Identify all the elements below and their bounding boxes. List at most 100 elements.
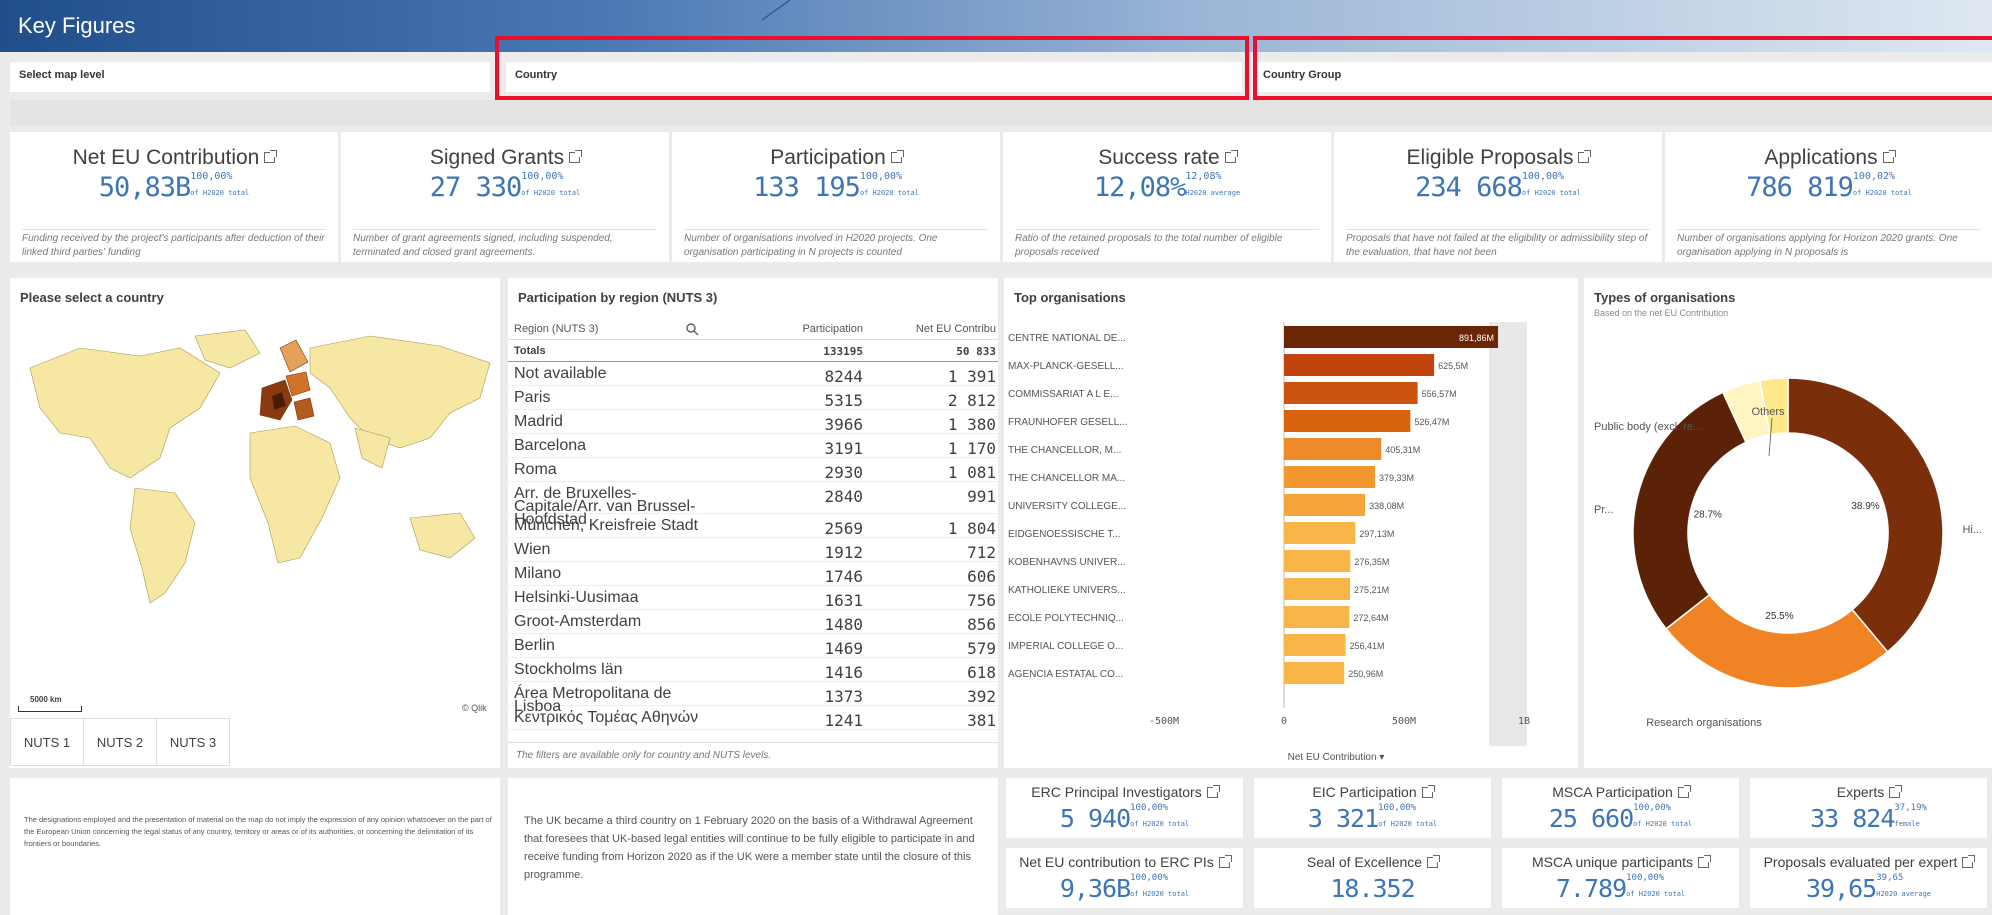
bottom-kpi-title: ERC Principal Investigators: [1006, 784, 1243, 800]
bar: [1284, 382, 1418, 404]
bottom-kpi-tile[interactable]: MSCA unique participants 7.789100,00% of …: [1502, 848, 1739, 908]
table-row[interactable]: Berlin 1469 579: [508, 634, 998, 658]
kpi-value: 50,83B100,00% of H2020 total: [98, 171, 250, 204]
kpi-pct: 100,00%: [859, 171, 903, 182]
region-name: Not available: [514, 365, 607, 382]
external-link-icon[interactable]: [1677, 784, 1691, 798]
col-participation-header[interactable]: Participation: [802, 323, 863, 335]
external-link-icon[interactable]: [569, 149, 583, 163]
external-link-icon[interactable]: [1889, 784, 1903, 798]
table-row[interactable]: Madrid 3966 1 380: [508, 410, 998, 434]
category-label: COMMISSARIAT A L E...: [1008, 389, 1118, 400]
bar: [1284, 354, 1435, 376]
external-link-icon[interactable]: [1427, 854, 1441, 868]
nuts3-button[interactable]: NUTS 3: [157, 719, 229, 765]
region-participation: 5315: [824, 391, 863, 410]
world-map[interactable]: [10, 318, 500, 618]
kpi-pct: 100,02%: [1852, 171, 1896, 182]
bottom-kpi-tile[interactable]: EIC Participation 3 321100,00% of H2020 t…: [1254, 778, 1491, 838]
kpi-card[interactable]: Signed Grants 27 330100,00% of H2020 tota…: [341, 132, 669, 262]
bottom-kpi-tile[interactable]: Proposals evaluated per expert 39,6539,6…: [1750, 848, 1987, 908]
bar-value-label: 891,86M: [1459, 333, 1494, 343]
external-link-icon[interactable]: [1698, 854, 1712, 868]
region-net: 712: [967, 543, 996, 562]
table-row[interactable]: Milano 1746 606: [508, 562, 998, 586]
search-icon[interactable]: [686, 323, 699, 336]
kpi-title: Applications: [1665, 146, 1992, 170]
col-region-header[interactable]: Region (NUTS 3): [514, 323, 598, 335]
external-link-icon[interactable]: [1206, 784, 1220, 798]
bottom-kpi-tile[interactable]: Net EU contribution to ERC PIs 9,36B100,…: [1006, 848, 1243, 908]
map-panel: Please select a country 5000 km © Qlik N…: [10, 278, 500, 768]
external-link-icon[interactable]: [1882, 149, 1896, 163]
table-row[interactable]: Wien 1912 712: [508, 538, 998, 562]
external-link-icon[interactable]: [1578, 149, 1592, 163]
external-link-icon[interactable]: [1224, 149, 1238, 163]
nuts2-button[interactable]: NUTS 2: [84, 719, 157, 765]
region-name: Stockholms län: [514, 661, 623, 678]
col-net-header[interactable]: Net EU Contribu: [916, 323, 996, 335]
table-row[interactable]: Helsinki-Uusimaa 1631 756: [508, 586, 998, 610]
bar: [1284, 466, 1376, 488]
top-organisations-chart[interactable]: CENTRE NATIONAL DE... 891,86M MAX-PLANCK-G…: [1004, 308, 1578, 768]
bottom-kpi-title: MSCA unique participants: [1502, 854, 1739, 870]
bottom-kpi-title: Proposals evaluated per expert: [1750, 854, 1987, 870]
region-participation: 2840: [824, 487, 863, 506]
table-row[interactable]: Not available 8244 1 391: [508, 362, 998, 386]
table-row[interactable]: Área Metropolitana de Lisboa 1373 392: [508, 682, 998, 715]
kpi-title: Eligible Proposals: [1334, 146, 1662, 170]
region-net: 381: [967, 711, 996, 730]
external-link-icon[interactable]: [1218, 854, 1232, 868]
highlight-box-country-group: [1253, 36, 1992, 100]
region-name: Wien: [514, 541, 551, 558]
table-row[interactable]: Roma 2930 1 081: [508, 458, 998, 482]
region-participation: 8244: [824, 367, 863, 386]
table-body[interactable]: Not available 8244 1 391 Paris 5315 2 812…: [508, 362, 998, 742]
bottom-kpi-tile[interactable]: ERC Principal Investigators 5 940100,00%…: [1006, 778, 1243, 838]
kpi-card[interactable]: Success rate 12,08%12,08% H2020 average R…: [1003, 132, 1331, 262]
bar-value-label: 275,21M: [1354, 585, 1389, 595]
kpi-card[interactable]: Eligible Proposals 234 668100,00% of H202…: [1334, 132, 1662, 262]
table-row[interactable]: Κεντρικός Τομέας Αθηνών 1241 381: [508, 706, 998, 730]
region-net: 1 804: [947, 519, 996, 538]
kpi-sub: of H2020 total: [859, 189, 919, 197]
bottom-kpi-tile[interactable]: MSCA Participation 25 660100,00% of H2020…: [1502, 778, 1739, 838]
kpi-card[interactable]: Applications 786 819100,02% of H2020 tota…: [1665, 132, 1992, 262]
map-scale-label: 5000 km: [30, 695, 62, 704]
nuts1-button[interactable]: NUTS 1: [11, 719, 84, 765]
external-link-icon[interactable]: [1962, 854, 1976, 868]
table-row[interactable]: Barcelona 3191 1 170: [508, 434, 998, 458]
table-row[interactable]: Stockholms län 1416 618: [508, 658, 998, 682]
bottom-kpi-title: Net EU contribution to ERC PIs: [1006, 854, 1243, 870]
table-row[interactable]: Groot-Amsterdam 1480 856: [508, 610, 998, 634]
region-participation: 2930: [824, 463, 863, 482]
kpi-sub: of H2020 total: [1521, 189, 1581, 197]
external-link-icon[interactable]: [1421, 784, 1435, 798]
select-map-level-filter[interactable]: Select map level: [10, 62, 490, 92]
region-net: 606: [967, 567, 996, 586]
region-name: Barcelona: [514, 437, 587, 454]
types-of-organisations-panel: Types of organisations Based on the net …: [1584, 278, 1992, 768]
category-label: THE CHANCELLOR MA...: [1008, 473, 1125, 484]
category-label: KATHOLIEKE UNIVERS...: [1008, 585, 1126, 596]
kpi-card[interactable]: Participation 133 195100,00% of H2020 tot…: [672, 132, 1000, 262]
bar: [1284, 494, 1366, 516]
bottom-kpi-tile[interactable]: Seal of Excellence 18.352: [1254, 848, 1491, 908]
bar-value-label: 276,35M: [1354, 557, 1389, 567]
tick-label: 1B: [1518, 716, 1530, 727]
bottom-kpi-tile[interactable]: Experts 33 82437,19% female: [1750, 778, 1987, 838]
external-link-icon[interactable]: [890, 149, 904, 163]
external-link-icon[interactable]: [264, 149, 278, 163]
table-row[interactable]: Arr. de Bruxelles-Capitale/Arr. van Brus…: [508, 482, 998, 528]
region-net: 856: [967, 615, 996, 634]
tick-label: 0: [1281, 716, 1287, 727]
table-row[interactable]: Paris 5315 2 812: [508, 386, 998, 410]
bottom-kpi-value: 25 660100,00% of H2020 total: [1548, 803, 1693, 834]
kpi-card[interactable]: Net EU Contribution 50,83B100,00% of H202…: [10, 132, 338, 262]
bar-value-label: 272,64M: [1353, 613, 1388, 623]
top-organisations-panel: Top organisations CENTRE NATIONAL DE... 8…: [1004, 278, 1578, 768]
region-participation: 1373: [824, 687, 863, 706]
table-row[interactable]: München, Kreisfreie Stadt 2569 1 804: [508, 514, 998, 538]
kpi-description: Funding received by the project's partic…: [22, 229, 326, 257]
types-donut-chart[interactable]: 38.9% 25.5% 28.7% Hi... Research organisatio…: [1584, 318, 1992, 768]
